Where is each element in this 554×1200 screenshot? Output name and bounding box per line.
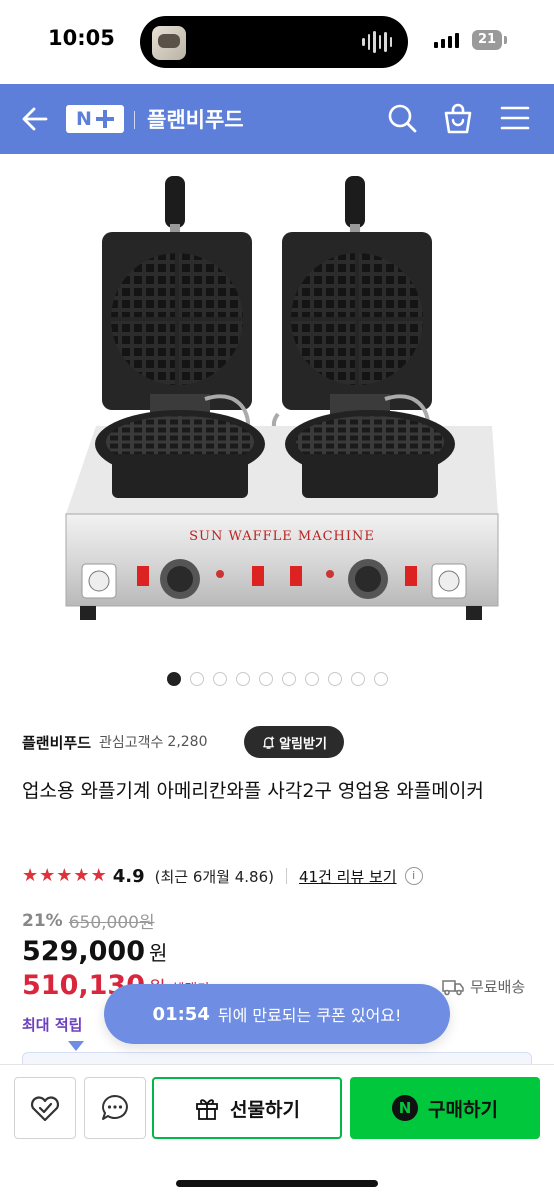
star-icon: ★ bbox=[73, 865, 90, 886]
review-link[interactable]: 41건 리뷰 보기 bbox=[299, 866, 397, 887]
heart-check-icon bbox=[30, 1096, 60, 1122]
alert-subscribe-button[interactable]: 알림받기 bbox=[244, 726, 344, 758]
pagination-dot[interactable] bbox=[327, 672, 342, 686]
back-arrow-icon[interactable] bbox=[18, 102, 52, 136]
audio-wave-icon bbox=[362, 30, 392, 54]
rating-value: 4.9 bbox=[112, 865, 145, 887]
wishlist-button[interactable] bbox=[14, 1077, 76, 1139]
coupon-timer: 01:54 bbox=[152, 1003, 210, 1025]
seller-row: 플랜비푸드 관심고객수 2,280 bbox=[22, 728, 208, 756]
pagination-dot[interactable] bbox=[212, 672, 227, 686]
pagination-dot[interactable] bbox=[350, 672, 365, 686]
rating-recent: (최근 6개월 4.86) bbox=[154, 867, 274, 886]
signal-icon bbox=[434, 32, 459, 48]
logo-n: N bbox=[76, 108, 92, 130]
followers-label: 관심고객수 bbox=[99, 735, 164, 751]
search-icon[interactable] bbox=[386, 102, 418, 134]
pagination-dot[interactable] bbox=[189, 672, 204, 686]
plus-icon bbox=[95, 110, 114, 128]
truck-icon bbox=[442, 979, 464, 995]
star-rating: ★ ★ ★ ★ ★ bbox=[22, 867, 107, 885]
status-bar: 10:05 21 bbox=[0, 0, 554, 84]
alert-button-label: 알림받기 bbox=[279, 736, 327, 752]
price-unit: 원 bbox=[148, 941, 168, 965]
star-icon: ★ bbox=[90, 865, 107, 886]
rating-divider bbox=[285, 868, 287, 884]
home-indicator[interactable] bbox=[176, 1180, 378, 1187]
store-header: N 플랜비푸드 bbox=[0, 84, 554, 154]
coupon-text: 뒤에 만료되는 쿠폰 있어요! bbox=[217, 1006, 402, 1025]
buy-button[interactable]: N 구매하기 bbox=[350, 1077, 540, 1139]
bell-plus-icon bbox=[263, 735, 275, 749]
toast-tail bbox=[68, 1041, 84, 1051]
original-price: 650,000원 bbox=[68, 913, 155, 933]
shopping-bag-icon[interactable] bbox=[442, 101, 474, 135]
npay-icon: N bbox=[392, 1095, 419, 1121]
seller-name[interactable]: 플랜비푸드 bbox=[22, 732, 91, 753]
chat-button[interactable] bbox=[84, 1077, 146, 1139]
buy-button-label: 구매하기 bbox=[428, 1098, 498, 1121]
star-icon: ★ bbox=[56, 865, 73, 886]
shipping-label: 무료배송 bbox=[470, 978, 526, 996]
discount-row: 21% 650,000원 bbox=[22, 908, 155, 934]
image-pagination[interactable] bbox=[0, 672, 554, 686]
chat-bubble-icon bbox=[102, 1095, 128, 1120]
pagination-dot[interactable] bbox=[373, 672, 388, 686]
price-row: 529,000 원 bbox=[22, 936, 167, 967]
now-playing-artwork bbox=[152, 26, 186, 60]
pagination-dot[interactable] bbox=[304, 672, 319, 686]
product-image[interactable]: SUN WAFFLE MACHINE bbox=[0, 154, 554, 662]
store-name[interactable]: 플랜비푸드 bbox=[147, 104, 244, 134]
shipping-info: 무료배송 bbox=[442, 976, 525, 997]
dynamic-island[interactable] bbox=[140, 16, 408, 68]
gift-icon bbox=[196, 1099, 218, 1120]
points-label: 최대 적립 bbox=[22, 1016, 83, 1034]
status-time: 10:05 bbox=[48, 26, 115, 50]
naver-plus-logo[interactable]: N bbox=[66, 105, 124, 133]
pagination-dot[interactable] bbox=[281, 672, 296, 686]
pagination-dot[interactable] bbox=[166, 672, 181, 686]
product-title: 업소용 와플기계 아메리칸와플 사각2구 영업용 와플메이커 bbox=[22, 780, 484, 802]
star-icon: ★ bbox=[22, 865, 39, 886]
followers-count: 2,280 bbox=[167, 734, 208, 750]
pagination-dot[interactable] bbox=[235, 672, 250, 686]
waffle-machine-photo: SUN WAFFLE MACHINE bbox=[65, 176, 499, 620]
menu-icon[interactable] bbox=[500, 104, 530, 132]
coupon-toast[interactable]: 01:54 뒤에 만료되는 쿠폰 있어요! bbox=[104, 984, 450, 1044]
info-icon[interactable]: i bbox=[404, 867, 423, 885]
sale-price: 529,000 bbox=[22, 936, 145, 967]
gift-button[interactable]: 선물하기 bbox=[152, 1077, 342, 1139]
discount-rate: 21% bbox=[22, 910, 63, 931]
rating-row: ★ ★ ★ ★ ★ 4.9 (최근 6개월 4.86) 41건 리뷰 보기 i bbox=[22, 862, 423, 890]
battery-icon: 21 bbox=[472, 30, 507, 50]
header-divider bbox=[134, 111, 135, 129]
star-icon: ★ bbox=[39, 865, 56, 886]
machine-label-text: SUN WAFFLE MACHINE bbox=[189, 529, 375, 544]
gift-button-label: 선물하기 bbox=[230, 1098, 300, 1121]
pagination-dot[interactable] bbox=[258, 672, 273, 686]
